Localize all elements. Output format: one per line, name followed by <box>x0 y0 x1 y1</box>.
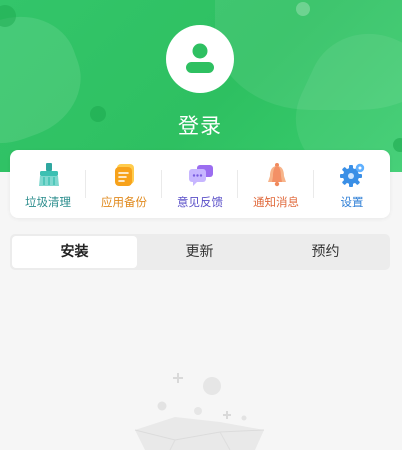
tab-bar: 安装 更新 预约 <box>10 234 390 270</box>
header-decoration-dot <box>296 2 310 16</box>
backup-icon <box>115 164 134 186</box>
quick-action-cleanup[interactable]: 垃圾清理 <box>10 150 86 218</box>
header-decoration <box>0 0 97 161</box>
quick-action-feedback[interactable]: 意见反馈 <box>162 150 238 218</box>
quick-action-label: 通知消息 <box>253 195 299 209</box>
quick-action-backup[interactable]: 应用备份 <box>86 150 162 218</box>
feedback-icon <box>189 165 213 186</box>
header-decoration-dot <box>393 138 402 152</box>
empty-box-icon <box>134 373 265 450</box>
avatar[interactable] <box>166 25 234 93</box>
quick-action-label: 垃圾清理 <box>25 195 71 209</box>
header-decoration-dot <box>90 106 106 122</box>
tab-install[interactable]: 安装 <box>12 236 137 268</box>
profile-header: 登录 <box>0 0 402 172</box>
quick-actions-card: 垃圾清理 应用备份 意见反馈 通知消息 设置 <box>10 150 390 218</box>
gear-icon <box>340 163 365 187</box>
quick-action-label: 意见反馈 <box>177 195 223 209</box>
quick-action-notifications[interactable]: 通知消息 <box>238 150 314 218</box>
quick-action-settings[interactable]: 设置 <box>314 150 390 218</box>
tab-reserve[interactable]: 预约 <box>263 236 388 268</box>
user-avatar-icon <box>186 43 214 73</box>
bell-icon <box>268 163 286 187</box>
login-link[interactable]: 登录 <box>150 110 250 140</box>
quick-action-label: 应用备份 <box>101 195 147 209</box>
tab-update[interactable]: 更新 <box>137 236 262 268</box>
quick-action-label: 设置 <box>340 195 364 209</box>
broom-icon <box>39 163 59 186</box>
